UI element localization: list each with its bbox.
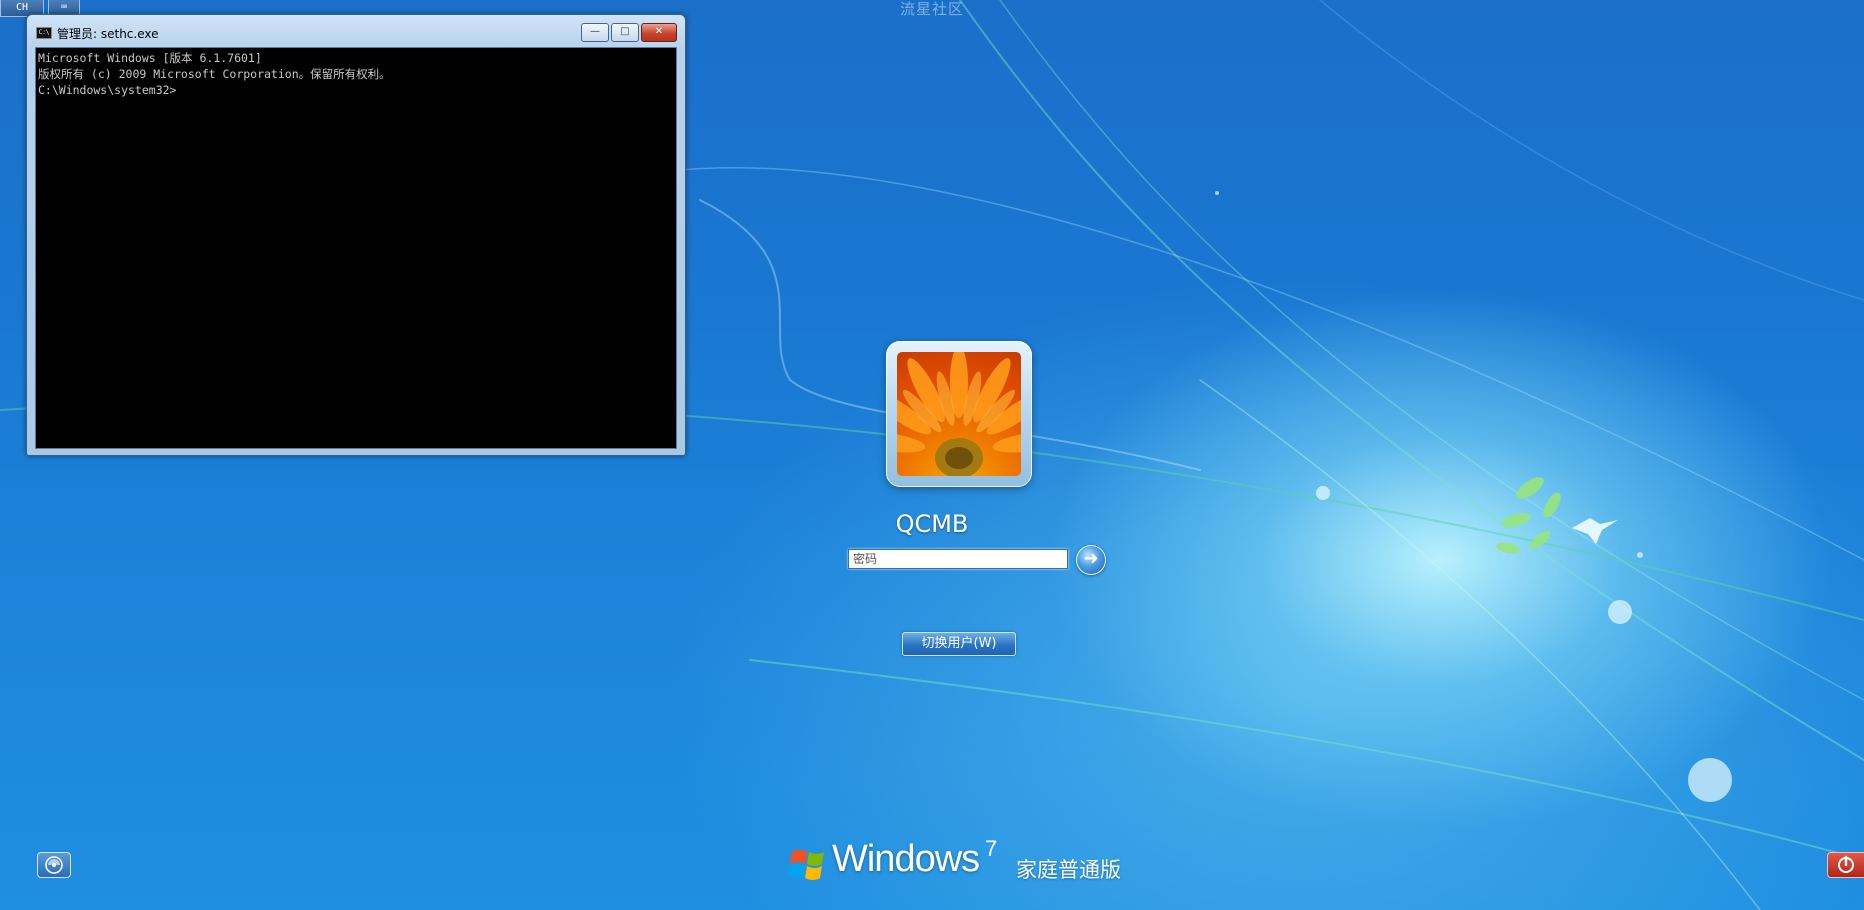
avatar xyxy=(897,352,1021,476)
console-line: 版权所有 (c) 2009 Microsoft Corporation。保留所有… xyxy=(38,67,391,81)
password-input[interactable] xyxy=(848,549,1068,569)
console-window[interactable]: C:\ 管理员: sethc.exe — □ ✕ Microsoft Windo… xyxy=(26,14,686,456)
switch-user-button[interactable]: 切换用户(W) xyxy=(902,632,1016,656)
flower-icon xyxy=(897,352,1021,476)
maximize-button[interactable]: □ xyxy=(611,23,639,42)
ease-of-access-icon xyxy=(45,856,63,874)
console-output-area[interactable]: Microsoft Windows [版本 6.1.7601] 版权所有 (c)… xyxy=(35,47,677,449)
brand-windows-text: Windows xyxy=(832,838,980,880)
power-icon xyxy=(1838,855,1854,873)
minimize-button[interactable]: — xyxy=(581,23,609,42)
ease-of-access-button[interactable] xyxy=(37,852,71,878)
console-prompt: C:\Windows\system32> xyxy=(38,83,177,97)
console-line: Microsoft Windows [版本 6.1.7601] xyxy=(38,51,262,65)
brand-version-text: 7 xyxy=(985,836,998,861)
shutdown-button[interactable] xyxy=(1827,852,1864,878)
user-name: QCMB xyxy=(895,510,969,538)
close-button[interactable]: ✕ xyxy=(641,23,677,42)
watermark-text: 流星社区 xyxy=(900,0,965,18)
console-titlebar[interactable]: C:\ 管理员: sethc.exe — □ ✕ xyxy=(27,15,685,43)
windows-logo-icon xyxy=(788,850,824,880)
console-app-icon: C:\ xyxy=(36,27,52,39)
console-title: 管理员: sethc.exe xyxy=(57,27,159,41)
user-avatar-frame xyxy=(886,341,1032,487)
submit-arrow-button[interactable]: ➜ xyxy=(1076,545,1106,575)
brand-edition-text: 家庭普通版 xyxy=(1016,858,1121,882)
